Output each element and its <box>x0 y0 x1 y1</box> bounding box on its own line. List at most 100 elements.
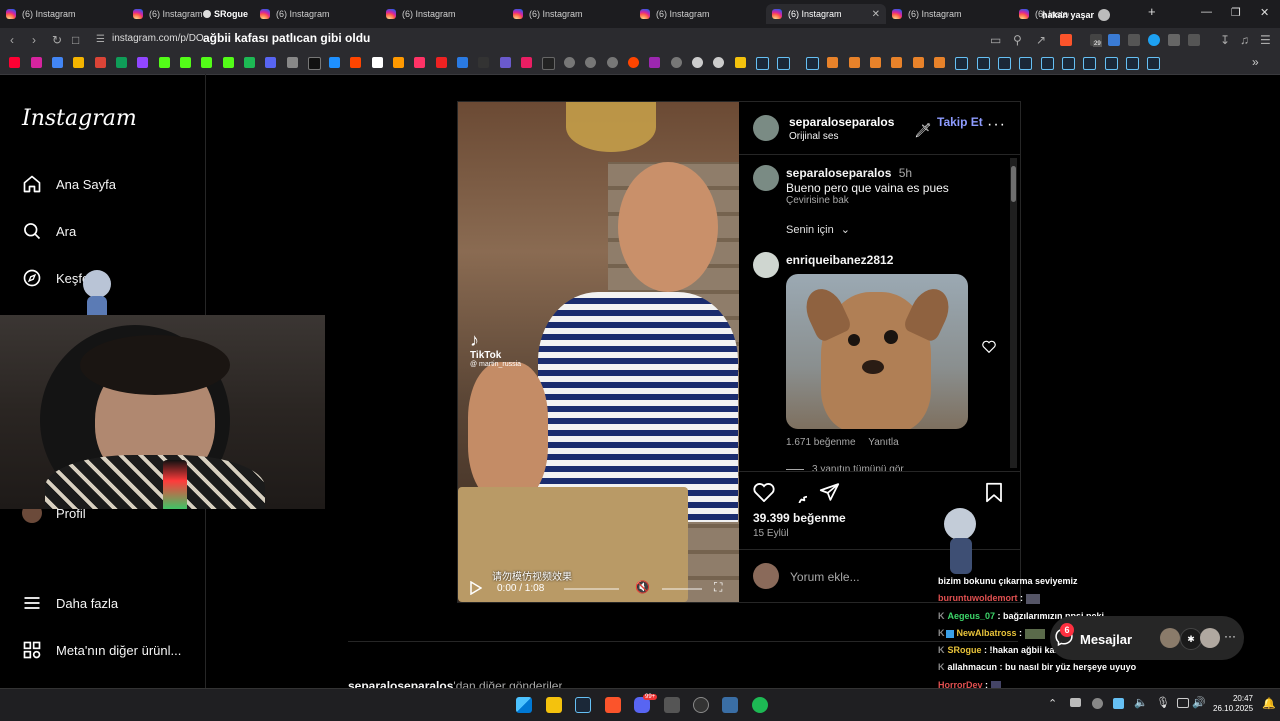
bookmark-icon[interactable] <box>436 57 447 68</box>
bookmark-steam-icon[interactable] <box>1126 57 1139 70</box>
bookmark-steam-icon[interactable] <box>1105 57 1118 70</box>
comment-author[interactable]: enriqueibanez2812 <box>786 253 893 267</box>
more-posts-user[interactable]: separaloseparalos <box>348 679 453 688</box>
avatar[interactable] <box>753 252 779 278</box>
sidebar-item-more[interactable]: Daha fazla <box>22 593 118 613</box>
comment-sort[interactable]: Senin için ⌄ <box>786 223 850 236</box>
messages-button[interactable]: 6 Mesajlar ✱ ··· <box>1050 616 1244 660</box>
bookmark-steam-icon[interactable] <box>777 57 790 70</box>
comments-scrollbar[interactable] <box>1010 158 1017 468</box>
bookmark-icon[interactable]: □ <box>72 33 79 47</box>
zoom-icon[interactable]: ⚲ <box>1013 33 1022 47</box>
brave-shield-icon[interactable] <box>1060 34 1072 46</box>
avatar[interactable] <box>753 165 779 191</box>
bookmark-x-icon[interactable] <box>308 57 321 70</box>
bookmark-gmail-icon[interactable] <box>95 57 106 68</box>
video-player[interactable]: ♪ TikTok @ martin_russia 请勿模仿视频效果 0:00 /… <box>458 102 739 602</box>
bookmark-icon[interactable] <box>329 57 340 68</box>
fullscreen-icon[interactable]: ⛶ <box>714 580 722 595</box>
bookmark-icon[interactable] <box>934 57 945 68</box>
bookmark-icon[interactable] <box>521 57 532 68</box>
bookmark-steam-icon[interactable] <box>1062 57 1075 70</box>
translate-link[interactable]: Çevirisine bak <box>786 195 849 206</box>
bookmark-drive-icon[interactable] <box>116 57 127 68</box>
likes-count[interactable]: 39.399 beğenme <box>753 511 846 525</box>
bookmark-icon[interactable] <box>585 57 596 68</box>
sidebar-item-search[interactable]: Ara <box>22 221 76 241</box>
tray-icon[interactable] <box>1070 698 1081 707</box>
bookmark-icon[interactable] <box>713 57 724 68</box>
browser-tab[interactable]: (6) Instagram <box>892 4 1012 24</box>
mute-icon[interactable]: 🔇 <box>635 580 650 594</box>
tray-icon[interactable] <box>1092 698 1103 709</box>
windows-start-icon[interactable] <box>516 697 532 713</box>
volume-icon[interactable]: 🔊 <box>1192 696 1206 709</box>
video-progress-bar[interactable] <box>564 588 619 590</box>
bookmark-icon[interactable] <box>372 57 383 68</box>
bookmark-icon[interactable] <box>457 57 468 68</box>
site-info-icon[interactable]: ☰ <box>96 34 105 45</box>
forward-icon[interactable]: › <box>32 33 36 47</box>
bookmark-icon[interactable] <box>564 57 575 68</box>
bookmark-instagram-icon[interactable] <box>31 57 42 68</box>
more-icon[interactable]: ··· <box>1224 629 1236 643</box>
url-field[interactable]: instagram.com/p/DO <box>112 33 204 44</box>
bookmark-icon[interactable] <box>500 57 511 68</box>
instagram-logo[interactable]: Instagram <box>22 106 137 131</box>
bookmark-icon[interactable] <box>287 57 298 68</box>
share-icon[interactable]: ↗ <box>1036 33 1046 47</box>
bookmark-kick-icon[interactable] <box>201 57 212 68</box>
like-icon[interactable] <box>753 482 775 505</box>
new-tab-button[interactable]: + <box>1148 4 1156 19</box>
bookmark-steam-icon[interactable] <box>977 57 990 70</box>
tray-steam-icon[interactable] <box>1113 698 1124 709</box>
bookmark-icon[interactable] <box>891 57 902 68</box>
comment-icon[interactable] <box>786 482 817 515</box>
notifications-icon[interactable]: 🔔 <box>1262 697 1276 710</box>
speaker-icon[interactable]: 🔈 <box>1134 696 1148 709</box>
menu-icon[interactable]: ☰ <box>1260 33 1271 47</box>
audio-label[interactable]: Orijinal ses <box>789 131 838 142</box>
cast-icon[interactable]: ▭ <box>990 33 1001 47</box>
like-comment-icon[interactable] <box>982 340 996 356</box>
volume-slider[interactable] <box>662 588 702 590</box>
bookmark-steam-icon[interactable] <box>1019 57 1032 70</box>
extension-icon[interactable] <box>1108 34 1120 46</box>
obs-icon[interactable] <box>693 697 709 713</box>
spotify-icon[interactable] <box>752 697 768 713</box>
browser-tab[interactable]: (6) Instagram <box>133 4 203 24</box>
caption-author[interactable]: separaloseparalos <box>786 166 891 180</box>
network-icon[interactable] <box>1177 698 1189 708</box>
scrollbar-thumb[interactable] <box>1011 166 1016 202</box>
browser-tab[interactable]: (6) Instagram <box>260 4 380 24</box>
browser-tab[interactable]: (6) Instagram <box>640 4 760 24</box>
bookmark-icon[interactable] <box>223 57 234 68</box>
save-icon[interactable] <box>985 482 1003 506</box>
bookmark-reddit-icon[interactable] <box>350 57 361 68</box>
bookmark-steam-icon[interactable] <box>998 57 1011 70</box>
steam-icon[interactable] <box>575 697 591 713</box>
bookmark-steam-icon[interactable] <box>955 57 968 70</box>
bookmark-youtube-icon[interactable] <box>9 57 20 68</box>
extension-icon[interactable] <box>1128 34 1140 46</box>
play-icon[interactable] <box>470 580 483 598</box>
extension-icon[interactable] <box>1148 34 1160 46</box>
avatar[interactable] <box>753 115 779 141</box>
bookmark-icon[interactable] <box>52 57 63 68</box>
app-icon[interactable] <box>722 697 738 713</box>
bookmark-icon[interactable] <box>73 57 84 68</box>
bookmark-icon[interactable] <box>244 57 255 68</box>
bookmark-steam-icon[interactable] <box>1083 57 1096 70</box>
file-explorer-icon[interactable] <box>546 697 562 713</box>
browser-tab[interactable]: (6) Instagram <box>513 4 633 24</box>
browser-tab-active[interactable]: (6) Instagram ✕ <box>766 4 886 24</box>
more-options-icon[interactable]: ··· <box>987 116 1006 134</box>
sidebar-item-meta[interactable]: Meta'nın diğer ürünl... <box>22 640 181 660</box>
bookmark-kick-icon[interactable] <box>180 57 191 68</box>
back-icon[interactable]: ‹ <box>10 33 14 47</box>
download-icon[interactable]: ↧ <box>1220 33 1230 47</box>
reload-icon[interactable]: ↻ <box>52 33 62 47</box>
bookmark-steam-icon[interactable] <box>1147 57 1160 70</box>
more-bookmarks-icon[interactable]: » <box>1252 55 1259 69</box>
bookmark-icon[interactable] <box>542 57 555 70</box>
